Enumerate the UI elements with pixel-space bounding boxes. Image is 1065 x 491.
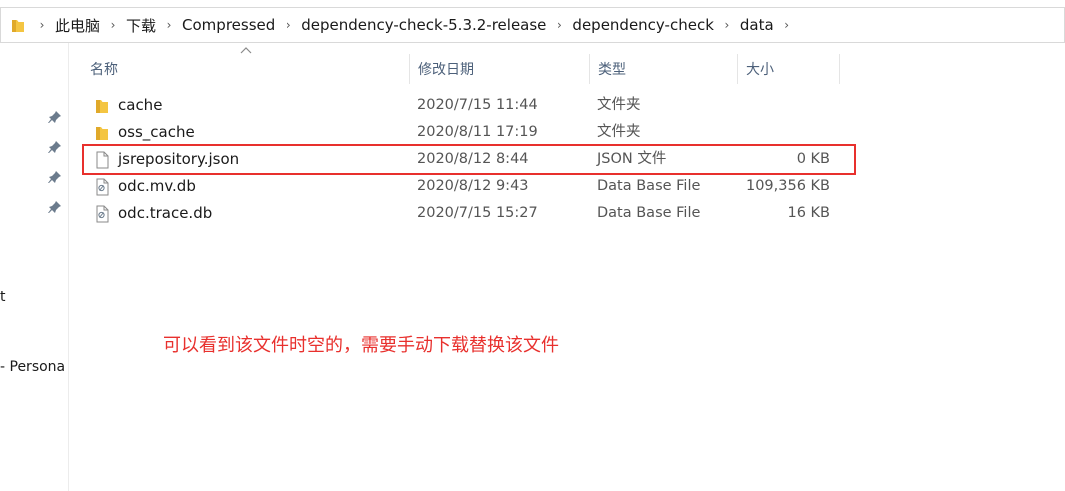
pin-icon[interactable] xyxy=(48,110,62,124)
chevron-right-icon[interactable]: › xyxy=(776,18,798,32)
nav-item-fragment[interactable]: t xyxy=(0,289,6,305)
file-name: oss_cache xyxy=(118,123,195,141)
column-header-type[interactable]: 类型 xyxy=(590,54,738,84)
chevron-right-icon[interactable]: › xyxy=(277,18,299,32)
file-date: 2020/7/15 15:27 xyxy=(417,205,538,221)
column-header-date[interactable]: 修改日期 xyxy=(410,54,590,84)
column-header-label: 名称 xyxy=(90,62,118,78)
file-type: Data Base File xyxy=(597,178,701,194)
column-divider[interactable] xyxy=(839,54,840,84)
breadcrumb-item-this-pc[interactable]: 此电脑 xyxy=(53,15,102,36)
db-file-icon xyxy=(96,205,109,223)
breadcrumb: › 此电脑 › 下载 › Compressed › dependency-che… xyxy=(31,8,798,42)
file-type: 文件夹 xyxy=(597,97,641,113)
file-type: Data Base File xyxy=(597,205,701,221)
chevron-right-icon[interactable]: › xyxy=(548,18,570,32)
breadcrumb-item-downloads[interactable]: 下载 xyxy=(124,15,158,36)
file-type: 文件夹 xyxy=(597,124,641,140)
db-file-icon xyxy=(96,178,109,196)
sort-ascending-icon xyxy=(240,47,252,54)
chevron-right-icon[interactable]: › xyxy=(158,18,180,32)
file-row[interactable]: odc.mv.db 2020/8/12 9:43 Data Base File … xyxy=(80,173,850,200)
chevron-right-icon[interactable]: › xyxy=(102,18,124,32)
file-name: odc.mv.db xyxy=(118,177,196,195)
folder-icon xyxy=(96,100,108,113)
file-name: cache xyxy=(118,96,163,114)
column-header-label: 类型 xyxy=(598,62,626,78)
column-header-size[interactable]: 大小 xyxy=(738,54,840,84)
breadcrumb-item-compressed[interactable]: Compressed xyxy=(180,16,277,34)
folder-icon xyxy=(96,127,108,140)
file-row[interactable]: oss_cache 2020/8/11 17:19 文件夹 xyxy=(80,119,850,146)
file-name: odc.trace.db xyxy=(118,204,213,222)
chevron-right-icon[interactable]: › xyxy=(716,18,738,32)
address-bar[interactable]: › 此电脑 › 下载 › Compressed › dependency-che… xyxy=(0,7,1065,43)
file-date: 2020/8/11 17:19 xyxy=(417,124,538,140)
file-size: 16 KB xyxy=(787,205,830,221)
file-row[interactable]: odc.trace.db 2020/7/15 15:27 Data Base F… xyxy=(80,200,850,227)
file-row[interactable]: cache 2020/7/15 11:44 文件夹 xyxy=(80,92,850,119)
pin-icon[interactable] xyxy=(48,140,62,154)
pin-icon[interactable] xyxy=(48,200,62,214)
column-header-name[interactable]: 名称 xyxy=(82,54,410,84)
breadcrumb-item-data[interactable]: data xyxy=(738,16,776,34)
highlight-box xyxy=(82,144,856,175)
column-header-label: 修改日期 xyxy=(418,62,474,78)
file-date: 2020/7/15 11:44 xyxy=(417,97,538,113)
column-header-label: 大小 xyxy=(746,62,774,78)
file-date: 2020/8/12 9:43 xyxy=(417,178,529,194)
annotation-text: 可以看到该文件时空的，需要手动下载替换该文件 xyxy=(163,335,559,356)
breadcrumb-item-release[interactable]: dependency-check-5.3.2-release xyxy=(299,16,548,34)
folder-icon xyxy=(12,20,24,32)
chevron-right-icon[interactable]: › xyxy=(31,18,53,32)
pin-icon[interactable] xyxy=(48,170,62,184)
file-size: 109,356 KB xyxy=(745,178,830,194)
nav-item-fragment[interactable]: - Persona xyxy=(0,359,65,375)
breadcrumb-item-dependency-check[interactable]: dependency-check xyxy=(570,16,715,34)
